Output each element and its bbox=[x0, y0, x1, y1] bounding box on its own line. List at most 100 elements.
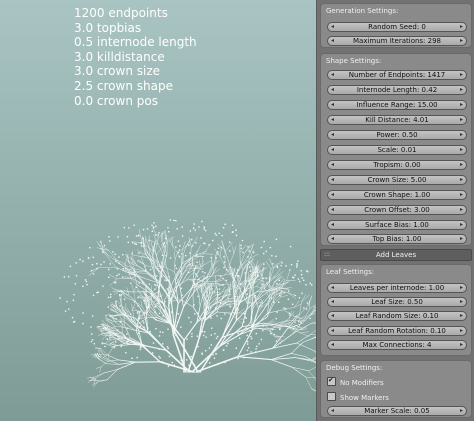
leaf-particle bbox=[118, 273, 120, 276]
random-seed-field[interactable]: ◂ Random Seed: 0 ▸ bbox=[327, 22, 467, 32]
max-iterations-field[interactable]: ◂ Maximum Iterations: 298 ▸ bbox=[327, 36, 467, 46]
leaf-particle bbox=[275, 238, 278, 241]
leaf-particle bbox=[193, 304, 195, 306]
leaf-particle bbox=[136, 312, 139, 314]
tree-branch bbox=[158, 292, 161, 298]
add-leaves-button[interactable]: ::: Add Leaves bbox=[320, 249, 472, 261]
top-bias-field[interactable]: ◂ Top Bias: 1.00 ▸ bbox=[327, 234, 467, 244]
increment-arrow-icon[interactable]: ▸ bbox=[460, 327, 463, 335]
leaf-particle bbox=[130, 282, 132, 284]
increment-arrow-icon[interactable]: ▸ bbox=[460, 341, 463, 349]
decrement-arrow-icon[interactable]: ◂ bbox=[331, 298, 334, 306]
scale-field[interactable]: ◂ Scale: 0.01 ▸ bbox=[327, 145, 467, 155]
max-connections-field[interactable]: ◂ Max Connections: 4 ▸ bbox=[327, 340, 467, 350]
decrement-arrow-icon[interactable]: ◂ bbox=[331, 86, 334, 94]
3d-viewport[interactable]: 1200 endpoints 3.0 topbias 0.5 internode… bbox=[0, 0, 316, 421]
decrement-arrow-icon[interactable]: ◂ bbox=[331, 327, 334, 335]
increment-arrow-icon[interactable]: ▸ bbox=[460, 86, 463, 94]
decrement-arrow-icon[interactable]: ◂ bbox=[331, 161, 334, 169]
increment-arrow-icon[interactable]: ▸ bbox=[460, 312, 463, 320]
leaf-particle bbox=[303, 279, 305, 281]
increment-arrow-icon[interactable]: ▸ bbox=[460, 131, 463, 139]
tree-branch bbox=[100, 248, 109, 256]
increment-arrow-icon[interactable]: ▸ bbox=[460, 23, 463, 31]
decrement-arrow-icon[interactable]: ◂ bbox=[331, 146, 334, 154]
leaf-particle bbox=[87, 257, 90, 259]
leaf-particle bbox=[177, 251, 180, 254]
decrement-arrow-icon[interactable]: ◂ bbox=[331, 341, 334, 349]
tree-branch bbox=[240, 282, 245, 290]
increment-arrow-icon[interactable]: ▸ bbox=[460, 221, 463, 229]
decrement-arrow-icon[interactable]: ◂ bbox=[331, 71, 334, 79]
tree-branch bbox=[134, 272, 148, 274]
decrement-arrow-icon[interactable]: ◂ bbox=[331, 191, 334, 199]
leaf-particle bbox=[222, 296, 224, 298]
leaf-particle bbox=[298, 320, 300, 323]
leaf-particle bbox=[145, 269, 147, 271]
leaf-size-field[interactable]: ◂ Leaf Size: 0.50 ▸ bbox=[327, 297, 467, 307]
decrement-arrow-icon[interactable]: ◂ bbox=[331, 23, 334, 31]
leaf-particle bbox=[146, 306, 148, 308]
increment-arrow-icon[interactable]: ▸ bbox=[460, 146, 463, 154]
crown-size-field[interactable]: ◂ Crown Size: 5.00 ▸ bbox=[327, 175, 467, 185]
decrement-arrow-icon[interactable]: ◂ bbox=[331, 221, 334, 229]
tree-branch bbox=[280, 294, 289, 298]
leaves-per-internode-field[interactable]: ◂ Leaves per internode: 1.00 ▸ bbox=[327, 283, 467, 293]
checkbox-icon[interactable] bbox=[327, 392, 336, 401]
leaf-random-rotation-field[interactable]: ◂ Leaf Random Rotation: 0.10 ▸ bbox=[327, 326, 467, 336]
leaf-particle bbox=[119, 321, 121, 323]
decrement-arrow-icon[interactable]: ◂ bbox=[331, 176, 334, 184]
leaf-particle bbox=[285, 265, 287, 267]
leaf-particle bbox=[305, 284, 307, 286]
increment-arrow-icon[interactable]: ▸ bbox=[460, 101, 463, 109]
decrement-arrow-icon[interactable]: ◂ bbox=[331, 101, 334, 109]
crown-shape-field[interactable]: ◂ Crown Shape: 1.00 ▸ bbox=[327, 190, 467, 200]
leaf-particle bbox=[69, 265, 72, 268]
increment-arrow-icon[interactable]: ▸ bbox=[460, 206, 463, 214]
drag-grip-icon[interactable]: ::: bbox=[324, 250, 330, 260]
increment-arrow-icon[interactable]: ▸ bbox=[460, 176, 463, 184]
increment-arrow-icon[interactable]: ▸ bbox=[460, 161, 463, 169]
leaf-particle bbox=[272, 263, 274, 265]
increment-arrow-icon[interactable]: ▸ bbox=[460, 235, 463, 243]
increment-arrow-icon[interactable]: ▸ bbox=[460, 37, 463, 45]
decrement-arrow-icon[interactable]: ◂ bbox=[331, 235, 334, 243]
increment-arrow-icon[interactable]: ▸ bbox=[460, 298, 463, 306]
internode-length-field[interactable]: ◂ Internode Length: 0.42 ▸ bbox=[327, 85, 467, 95]
leaf-particle bbox=[120, 290, 123, 293]
marker-scale-field[interactable]: ◂ Marker Scale: 0.05 ▸ bbox=[327, 406, 467, 416]
checkbox-icon[interactable]: ✔ bbox=[327, 376, 336, 386]
decrement-arrow-icon[interactable]: ◂ bbox=[331, 206, 334, 214]
increment-arrow-icon[interactable]: ▸ bbox=[460, 71, 463, 79]
decrement-arrow-icon[interactable]: ◂ bbox=[331, 407, 334, 415]
leaf-random-size-field[interactable]: ◂ Leaf Random Size: 0.10 ▸ bbox=[327, 311, 467, 321]
leaf-particle bbox=[217, 251, 219, 253]
surface-bias-field[interactable]: ◂ Surface Bias: 1.00 ▸ bbox=[327, 220, 467, 230]
increment-arrow-icon[interactable]: ▸ bbox=[460, 284, 463, 292]
influence-range-field[interactable]: ◂ Influence Range: 15.00 ▸ bbox=[327, 100, 467, 110]
increment-arrow-icon[interactable]: ▸ bbox=[460, 407, 463, 415]
increment-arrow-icon[interactable]: ▸ bbox=[460, 116, 463, 124]
number-of-endpoints-field[interactable]: ◂ Number of Endpoints: 1417 ▸ bbox=[327, 70, 467, 80]
decrement-arrow-icon[interactable]: ◂ bbox=[331, 131, 334, 139]
decrement-arrow-icon[interactable]: ◂ bbox=[331, 116, 334, 124]
power-field[interactable]: ◂ Power: 0.50 ▸ bbox=[327, 130, 467, 140]
decrement-arrow-icon[interactable]: ◂ bbox=[331, 284, 334, 292]
leaf-particle bbox=[237, 309, 239, 311]
leaf-particle bbox=[247, 256, 249, 258]
leaf-particle bbox=[92, 294, 95, 297]
crown-offset-field[interactable]: ◂ Crown Offset: 3.00 ▸ bbox=[327, 205, 467, 215]
leaf-particle bbox=[114, 253, 116, 255]
no-modifiers-checkbox[interactable]: ✔ No Modifiers bbox=[327, 376, 384, 387]
field-label: Crown Size: 5.00 bbox=[367, 176, 427, 184]
leaf-particle bbox=[106, 326, 109, 328]
kill-distance-field[interactable]: ◂ Kill Distance: 4.01 ▸ bbox=[327, 115, 467, 125]
tropism-field[interactable]: ◂ Tropism: 0.00 ▸ bbox=[327, 160, 467, 170]
leaf-particle bbox=[195, 242, 197, 244]
show-markers-checkbox[interactable]: Show Markers bbox=[327, 392, 389, 402]
decrement-arrow-icon[interactable]: ◂ bbox=[331, 312, 334, 320]
field-label: Kill Distance: 4.01 bbox=[365, 116, 429, 124]
increment-arrow-icon[interactable]: ▸ bbox=[460, 191, 463, 199]
tree-branch bbox=[152, 228, 159, 239]
decrement-arrow-icon[interactable]: ◂ bbox=[331, 37, 334, 45]
